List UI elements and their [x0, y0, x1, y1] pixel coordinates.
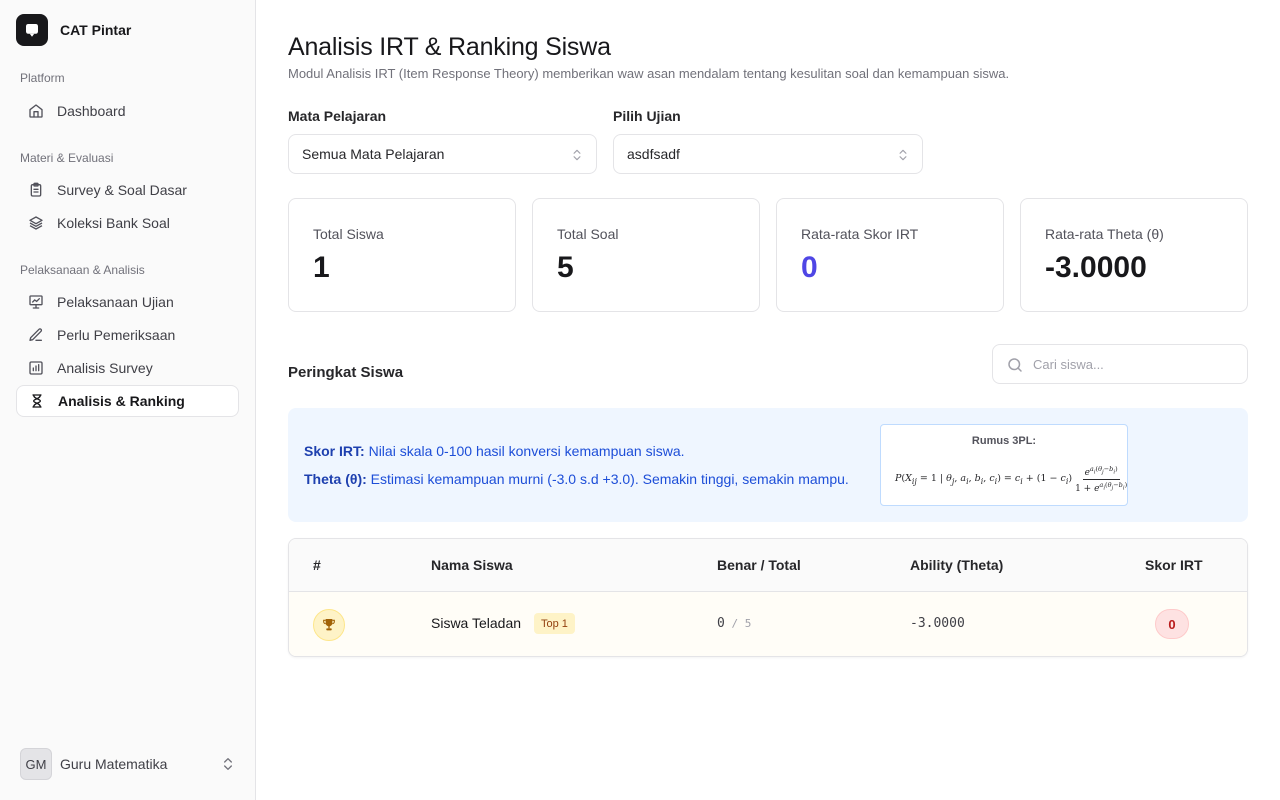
section-title: Peringkat Siswa — [288, 364, 404, 381]
sidebar-item-bank-soal[interactable]: Koleksi Bank Soal — [16, 207, 239, 239]
stat-label: Total Siswa — [313, 226, 384, 242]
search-placeholder: Cari siswa... — [1033, 356, 1104, 372]
theta-text: Estimasi kemampuan murni (-3.0 s.d +3.0)… — [366, 471, 849, 487]
brand[interactable]: CAT Pintar — [16, 14, 131, 46]
sidebar-item-label: Survey & Soal Dasar — [57, 182, 187, 198]
subject-select-value: Semua Mata Pelajaran — [302, 146, 445, 162]
column-header: Nama Siswa — [431, 557, 513, 573]
nav-group-label: Materi & Evaluasi — [20, 151, 114, 165]
subject-label: Mata Pelajaran — [288, 108, 387, 124]
sidebar-item-label: Perlu Pemeriksaan — [57, 327, 176, 343]
sidebar-item-survey[interactable]: Survey & Soal Dasar — [16, 174, 239, 206]
stat-value: 0 — [801, 251, 818, 284]
presentation-icon — [28, 294, 44, 310]
page-title: Analisis IRT & Ranking Siswa — [288, 33, 611, 61]
clipboard-icon — [28, 182, 44, 198]
correct-count: 0 — [717, 616, 725, 631]
search-icon — [1008, 358, 1022, 372]
stat-card-total-soal: Total Soal 5 — [532, 198, 760, 312]
stat-label: Rata-rata Skor IRT — [801, 226, 919, 242]
layers-icon — [28, 215, 44, 231]
stat-value: 5 — [557, 251, 574, 284]
formula-title: Rumus 3PL: — [971, 435, 1037, 447]
exam-label: Pilih Ujian — [613, 108, 681, 124]
stat-card-avg-theta: Rata-rata Theta (θ) -3.0000 — [1020, 198, 1248, 312]
trophy-icon — [313, 609, 345, 641]
edit-icon — [28, 327, 44, 343]
stat-label: Rata-rata Theta (θ) — [1045, 226, 1164, 242]
stat-card-total-siswa: Total Siswa 1 — [288, 198, 516, 312]
student-name: Siswa Teladan — [431, 615, 522, 631]
main-content: Analisis IRT & Ranking Siswa Modul Anali… — [256, 0, 1280, 800]
stat-label: Total Soal — [557, 226, 619, 242]
skor-irt-info: Skor IRT: Nilai skala 0-100 hasil konver… — [304, 443, 685, 459]
sidebar-item-analisis-ranking[interactable]: Analisis & Ranking — [16, 385, 239, 417]
nav-group-label: Platform — [20, 71, 65, 85]
app-name: CAT Pintar — [60, 22, 132, 38]
chevrons-up-down-icon — [224, 758, 232, 770]
user-menu[interactable]: GM Guru Matematika — [20, 748, 236, 780]
skor-irt-label: Skor IRT: — [304, 443, 365, 459]
sidebar-item-pelaksanaan-ujian[interactable]: Pelaksanaan Ujian — [16, 286, 239, 318]
correct-total: 0 / 5 — [717, 616, 752, 631]
search-input[interactable]: Cari siswa... — [992, 344, 1248, 384]
exam-select[interactable]: asdfsadf — [613, 134, 923, 174]
table-header: # Nama Siswa Benar / Total Ability (Thet… — [289, 539, 1247, 592]
sidebar-item-label: Analisis Survey — [57, 360, 153, 376]
message-square-icon — [16, 14, 48, 46]
sidebar-item-label: Dashboard — [57, 103, 126, 119]
home-icon — [28, 103, 44, 119]
top-rank-badge: Top 1 — [534, 613, 575, 634]
page-description: Modul Analisis IRT (Item Response Theory… — [288, 66, 1010, 81]
exam-select-value: asdfsadf — [627, 146, 680, 162]
sidebar-item-label: Pelaksanaan Ujian — [57, 294, 174, 310]
theta-label: Theta (θ): — [304, 471, 367, 487]
subject-select[interactable]: Semua Mata Pelajaran — [288, 134, 597, 174]
total-count: 5 — [744, 617, 752, 630]
hourglass-icon — [29, 393, 45, 409]
table-row[interactable]: Siswa Teladan Top 1 0 / 5 -3.0000 0 — [289, 592, 1247, 656]
nav-group-label: Pelaksanaan & Analisis — [20, 263, 145, 277]
chevrons-up-down-icon — [899, 149, 907, 161]
formula-box: Rumus 3PL: P(Xij = 1 | θj, ai, bi, ci) =… — [880, 424, 1128, 506]
sidebar: CAT Pintar Platform Dashboard Materi & E… — [0, 0, 256, 800]
column-header: # — [313, 557, 321, 573]
irt-score-badge: 0 — [1155, 609, 1189, 639]
sidebar-item-dashboard[interactable]: Dashboard — [16, 95, 239, 127]
irt-info-box: Skor IRT: Nilai skala 0-100 hasil konver… — [288, 408, 1248, 522]
theta-info: Theta (θ): Estimasi kemampuan murni (-3.… — [304, 471, 849, 487]
user-name: Guru Matematika — [60, 756, 168, 772]
chevrons-up-down-icon — [573, 149, 581, 161]
column-header: Ability (Theta) — [910, 557, 1004, 573]
sidebar-item-label: Koleksi Bank Soal — [57, 215, 170, 231]
column-header: Benar / Total — [717, 557, 801, 573]
stat-value: -3.0000 — [1045, 251, 1147, 284]
sidebar-item-label: Analisis & Ranking — [58, 393, 185, 409]
theta-value: -3.0000 — [910, 616, 965, 631]
column-header: Skor IRT — [1145, 557, 1203, 573]
stat-value: 1 — [313, 251, 330, 284]
stat-card-avg-irt: Rata-rata Skor IRT 0 — [776, 198, 1004, 312]
sidebar-item-perlu-pemeriksaan[interactable]: Perlu Pemeriksaan — [16, 319, 239, 351]
skor-irt-text: Nilai skala 0-100 hasil konversi kemampu… — [364, 443, 685, 459]
ranking-table: # Nama Siswa Benar / Total Ability (Thet… — [288, 538, 1248, 657]
chart-icon — [28, 360, 44, 376]
formula-3pl: P(Xij = 1 | θj, ai, bi, ci) = ci + (1 − … — [895, 465, 1128, 494]
sidebar-item-analisis-survey[interactable]: Analisis Survey — [16, 352, 239, 384]
avatar: GM — [20, 748, 52, 780]
